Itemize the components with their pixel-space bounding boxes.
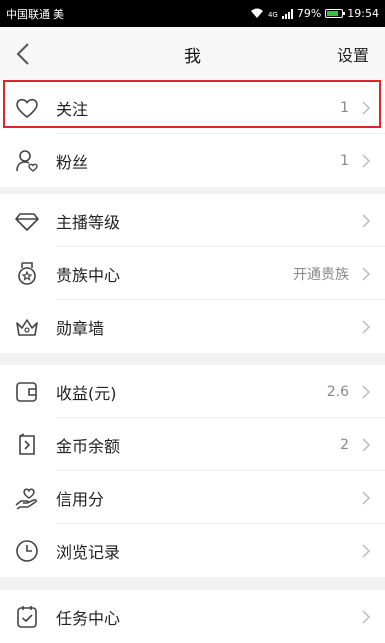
network-type-label: 4G — [267, 11, 278, 19]
chevron-right-icon — [361, 437, 371, 452]
menu-item-nobility[interactable]: 贵族中心 开通贵族 — [0, 247, 385, 300]
chevron-left-icon — [16, 43, 29, 65]
chevron-right-icon — [361, 153, 371, 168]
chevron-right-icon — [361, 213, 371, 228]
menu-item-label: 任务中心 — [56, 608, 121, 628]
page-title: 我 — [184, 46, 201, 67]
menu-group-social: 关注 1 粉丝 1 — [0, 81, 385, 187]
chevron-right-icon — [361, 609, 371, 624]
menu-item-label: 收益(元) — [56, 383, 117, 403]
chevron-right-icon — [361, 100, 371, 115]
menu-item-value: 开通贵族 — [293, 266, 349, 283]
menu-item-credit-score[interactable]: 信用分 — [0, 471, 385, 524]
clock-icon — [14, 538, 40, 564]
menu-item-value: 2 — [340, 436, 349, 453]
clock-time: 19:54 — [347, 7, 379, 20]
menu-item-income[interactable]: 收益(元) 2.6 — [0, 365, 385, 418]
diamond-icon — [14, 208, 40, 234]
carrier-extra-label: 美 — [53, 7, 64, 21]
wallet-icon — [14, 379, 40, 405]
chevron-right-icon — [361, 384, 371, 399]
menu-item-value: 1 — [340, 152, 349, 169]
crown-icon — [14, 314, 40, 340]
menu-group-level: 主播等级 贵族中心 开通贵族 勋章墙 — [0, 194, 385, 353]
wifi-icon — [250, 8, 264, 19]
settings-button[interactable]: 设置 — [337, 42, 369, 66]
menu-item-label: 关注 — [56, 99, 89, 119]
chevron-right-icon — [361, 543, 371, 558]
header-bar: 我 设置 — [0, 27, 385, 81]
menu-item-value: 2.6 — [326, 383, 349, 400]
menu-item-label: 主播等级 — [56, 212, 121, 232]
medal-icon — [14, 261, 40, 287]
menu-item-task-center[interactable]: 任务中心 — [0, 590, 385, 643]
menu-item-value: 1 — [340, 99, 349, 116]
status-bar: 中国联通 美 4G 79% 19:54 — [0, 0, 385, 27]
chevron-right-icon — [361, 490, 371, 505]
battery-percent: 79% — [296, 7, 322, 20]
menu-item-label: 勋章墙 — [56, 318, 105, 338]
menu-item-browse-history[interactable]: 浏览记录 — [0, 524, 385, 577]
back-button[interactable] — [12, 41, 36, 67]
menu-item-coin-balance[interactable]: 金币余额 2 — [0, 418, 385, 471]
carrier-label: 中国联通 — [6, 7, 50, 21]
chevron-right-icon — [361, 266, 371, 281]
heart-icon — [14, 95, 40, 121]
menu-item-label: 贵族中心 — [56, 265, 121, 285]
menu-item-label: 金币余额 — [56, 436, 121, 456]
menu-item-badge-wall[interactable]: 勋章墙 — [0, 300, 385, 353]
menu-item-anchor-level[interactable]: 主播等级 — [0, 194, 385, 247]
signal-icon — [281, 8, 293, 19]
coin-icon — [14, 432, 40, 458]
credit-hand-icon — [14, 485, 40, 511]
menu-item-label: 粉丝 — [56, 152, 89, 172]
menu-group-finance: 收益(元) 2.6 金币余额 2 信用分 浏览记录 — [0, 365, 385, 577]
menu-group-tasks: 任务中心 — [0, 590, 385, 643]
battery-icon — [325, 9, 346, 18]
menu-item-label: 信用分 — [56, 489, 105, 509]
chevron-right-icon — [361, 319, 371, 334]
menu-item-fans[interactable]: 粉丝 1 — [0, 134, 385, 187]
fans-icon — [14, 148, 40, 174]
menu-item-follow[interactable]: 关注 1 — [0, 81, 385, 134]
menu-item-label: 浏览记录 — [56, 542, 121, 562]
